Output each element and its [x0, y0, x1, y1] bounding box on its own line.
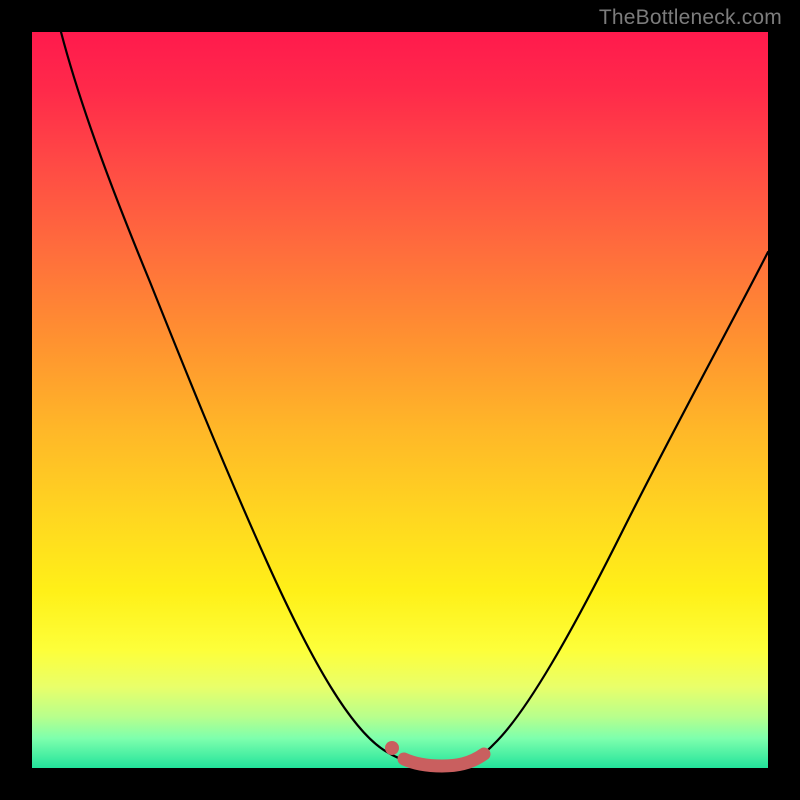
chart-stage: TheBottleneck.com [0, 0, 800, 800]
min-region-highlight [404, 754, 484, 766]
watermark-text: TheBottleneck.com [599, 6, 782, 30]
min-start-dot [385, 741, 399, 755]
bottleneck-curve [61, 32, 768, 766]
curve-layer [32, 32, 768, 768]
